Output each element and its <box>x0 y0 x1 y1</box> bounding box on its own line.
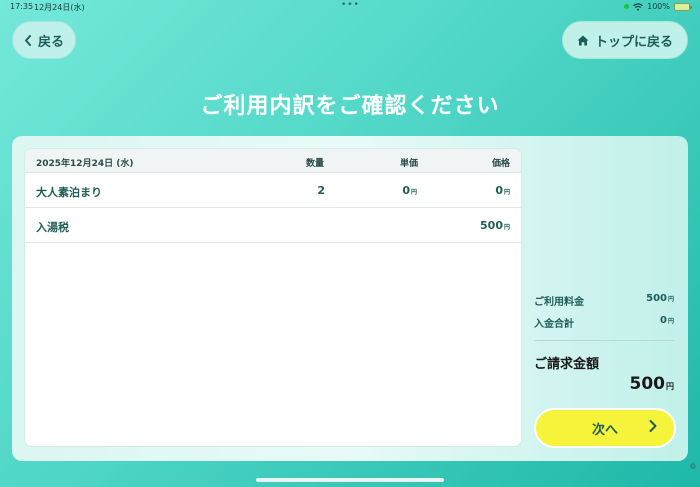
back-button[interactable]: 戻る <box>12 21 76 59</box>
yen-unit: 円 <box>503 224 510 231</box>
bill-amount: 500 <box>629 374 666 394</box>
home-indicator[interactable] <box>256 478 444 482</box>
multitask-dots-icon[interactable]: ••• <box>341 0 360 10</box>
summary-divider <box>534 340 674 341</box>
battery-icon <box>674 2 692 11</box>
usage-fee-label: ご利用料金 <box>534 297 584 308</box>
item-price: 500円 <box>455 219 510 232</box>
page-title: ご利用内訳をご確認ください <box>200 94 500 119</box>
accessibility-icon: ◍ <box>689 462 696 470</box>
battery-percent: 100% <box>647 2 670 11</box>
item-unit-price: 0円 <box>365 184 417 197</box>
table-header: 2025年12月24日 (水) 数量 単価 価格 <box>25 149 521 173</box>
next-button[interactable]: 次へ <box>534 408 676 448</box>
wifi-icon <box>633 2 644 11</box>
item-price-value: 0 <box>495 184 503 197</box>
yen-unit: 円 <box>503 189 510 196</box>
header-unit-price: 単価 <box>400 159 419 169</box>
status-bar: 17:35 12月24日(水) ••• 100% <box>0 0 700 14</box>
status-right: 100% <box>624 2 692 11</box>
header-qty: 数量 <box>306 159 325 169</box>
camera-indicator-icon <box>624 4 630 9</box>
yen-unit: 円 <box>667 318 674 325</box>
yen-unit: 円 <box>410 189 417 196</box>
chevron-right-icon <box>649 420 657 432</box>
status-date: 12月24日(水) <box>34 3 85 12</box>
item-name: 入湯税 <box>36 221 69 234</box>
item-price: 0円 <box>455 184 510 197</box>
usage-fee-value: 500円 <box>594 293 674 304</box>
home-icon <box>577 35 589 45</box>
item-price-value: 500 <box>480 219 503 232</box>
item-name: 大人素泊まり <box>36 186 102 199</box>
item-qty: 2 <box>317 184 325 197</box>
back-button-label: 戻る <box>37 34 64 50</box>
usage-table: 2025年12月24日 (水) 数量 単価 価格 大人素泊まり 2 0円 0円 … <box>24 148 522 447</box>
table-row: 入湯税 500円 <box>25 208 521 243</box>
table-row: 大人素泊まり 2 0円 0円 <box>25 173 521 208</box>
item-unit-price-value: 0 <box>402 184 410 197</box>
deposit-total-value: 0円 <box>594 315 674 326</box>
yen-unit: 円 <box>666 382 674 391</box>
header-date: 2025年12月24日 (水) <box>36 159 134 169</box>
return-top-button[interactable]: トップに戻る <box>562 21 688 59</box>
return-top-label: トップに戻る <box>594 34 673 50</box>
chevron-left-icon <box>24 34 31 46</box>
bill-amount-label: ご請求金額 <box>534 357 600 372</box>
bill-amount-value: 500円 <box>574 374 675 394</box>
header-price: 価格 <box>492 159 511 169</box>
deposit-total-amount: 0 <box>660 315 667 326</box>
next-button-label: 次へ <box>591 422 618 438</box>
usage-fee-amount: 500 <box>646 293 667 304</box>
status-time: 17:35 <box>10 2 34 11</box>
yen-unit: 円 <box>667 296 674 303</box>
deposit-total-label: 入金合計 <box>534 319 574 330</box>
